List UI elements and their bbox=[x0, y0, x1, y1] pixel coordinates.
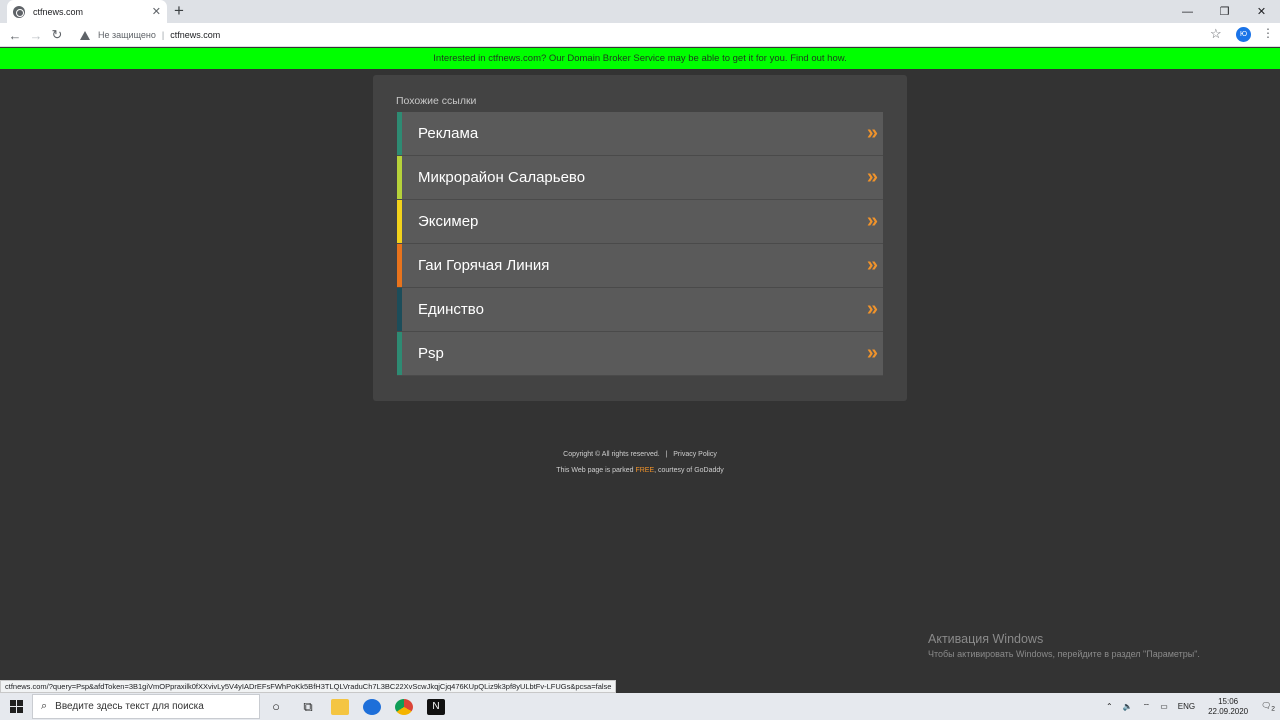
related-link-label: Микрорайон Саларьево bbox=[418, 169, 586, 186]
forward-arrow-icon[interactable]: → bbox=[27, 26, 45, 44]
start-button[interactable] bbox=[0, 693, 32, 720]
clock-time: 15:06 bbox=[1218, 696, 1239, 706]
privacy-policy-link[interactable]: Privacy Policy bbox=[673, 451, 717, 458]
notion-icon[interactable]: N bbox=[420, 693, 452, 720]
address-url: ctfnews.com bbox=[170, 30, 221, 40]
related-link-label: Единство bbox=[418, 301, 484, 318]
banner-text: Interested in ctfnews.com? Our Domain Br… bbox=[433, 53, 847, 64]
file-explorer-icon[interactable] bbox=[324, 693, 356, 720]
taskbar-clock[interactable]: 15:06 22.09.2020 bbox=[1208, 697, 1248, 717]
minimize-button[interactable]: — bbox=[1169, 0, 1206, 23]
task-view-icon[interactable]: ⧉ bbox=[292, 693, 324, 720]
page-footer: Copyright © All rights reserved. | Priva… bbox=[0, 451, 1280, 474]
footer-line-1: Copyright © All rights reserved. | Priva… bbox=[0, 451, 1280, 458]
battery-icon[interactable]: ▭ bbox=[1160, 702, 1168, 711]
taskbar-search-placeholder: Введите здесь текст для поиска bbox=[55, 701, 204, 712]
window-controls: — ❐ ✕ bbox=[1169, 0, 1280, 23]
double-chevron-right-icon: » bbox=[866, 122, 878, 144]
new-tab-button[interactable]: + bbox=[174, 2, 184, 20]
search-icon: ⌕ bbox=[41, 700, 48, 712]
related-link-row[interactable]: Микрорайон Саларьево » bbox=[397, 156, 883, 200]
related-link-label: Psp bbox=[418, 345, 444, 362]
back-arrow-icon[interactable]: ← bbox=[6, 26, 24, 44]
status-bar-url: ctfnews.com/?query=Psp&afdToken=3B1giVmO… bbox=[0, 680, 617, 693]
related-link-row[interactable]: Реклама » bbox=[397, 112, 883, 156]
link-color-bar bbox=[397, 200, 402, 243]
related-link-row[interactable]: Psp » bbox=[397, 332, 883, 376]
chrome-icon[interactable] bbox=[388, 693, 420, 720]
related-link-row[interactable]: Эксимер » bbox=[397, 200, 883, 244]
link-color-bar bbox=[397, 332, 402, 375]
related-links-title: Похожие ссылки bbox=[396, 95, 477, 107]
volume-icon[interactable]: 🔈 bbox=[1123, 702, 1133, 711]
language-indicator[interactable]: ENG bbox=[1178, 702, 1195, 711]
bookmark-star-icon[interactable]: ☆ bbox=[1210, 26, 1222, 42]
footer-divider: | bbox=[665, 451, 668, 458]
related-link-row[interactable]: Гаи Горячая Линия » bbox=[397, 244, 883, 288]
address-separator: | bbox=[161, 30, 165, 40]
double-chevron-right-icon: » bbox=[866, 166, 878, 188]
double-chevron-right-icon: » bbox=[866, 342, 878, 364]
tray-chevron-icon[interactable]: ⌃ bbox=[1106, 702, 1113, 711]
browser-tab[interactable]: ctfnews.com ✕ bbox=[7, 0, 167, 23]
related-links-list: Реклама» Микрорайон Саларьево» Эксимер» Гаи… bbox=[397, 112, 883, 376]
link-color-bar bbox=[397, 244, 402, 287]
tab-close-icon[interactable]: ✕ bbox=[152, 5, 161, 18]
cortana-icon[interactable]: ○ bbox=[260, 693, 292, 720]
parked-prefix: This Web page is parked bbox=[556, 467, 636, 474]
related-link-label: Гаи Горячая Линия bbox=[418, 257, 550, 274]
browser-toolbar: ← → ↻ Не защищено | ctfnews.com ☆ Ю ⋮ bbox=[0, 23, 1280, 47]
address-bar[interactable]: Не защищено | ctfnews.com bbox=[76, 25, 1226, 45]
related-link-row[interactable]: Единство » bbox=[397, 288, 883, 332]
globe-icon bbox=[13, 5, 25, 18]
copyright-text: Copyright © All rights reserved. bbox=[563, 451, 660, 458]
close-window-button[interactable]: ✕ bbox=[1243, 0, 1280, 23]
double-chevron-right-icon: » bbox=[866, 210, 878, 232]
related-link-label: Реклама bbox=[418, 125, 479, 142]
domain-broker-banner[interactable]: Interested in ctfnews.com? Our Domain Br… bbox=[0, 48, 1280, 69]
parked-free-link[interactable]: FREE bbox=[635, 467, 654, 474]
not-secure-label: Не защищено bbox=[98, 30, 156, 40]
more-menu-icon[interactable]: ⋮ bbox=[1262, 26, 1274, 40]
restore-button[interactable]: ❐ bbox=[1206, 0, 1243, 23]
tab-title: ctfnews.com bbox=[33, 6, 84, 17]
activation-title: Активация Windows bbox=[928, 632, 1044, 646]
related-link-label: Эксимер bbox=[418, 213, 479, 230]
warning-icon bbox=[80, 30, 90, 40]
clock-date: 22.09.2020 bbox=[1208, 706, 1249, 716]
reload-icon[interactable]: ↻ bbox=[48, 26, 66, 44]
footer-line-2: This Web page is parked FREE, courtesy o… bbox=[0, 467, 1280, 474]
notifications-icon[interactable]: 🗨2 bbox=[1261, 701, 1275, 713]
link-color-bar bbox=[397, 288, 402, 331]
link-color-bar bbox=[397, 156, 402, 199]
system-tray: ⌃ 🔈 ⌔ ▭ ENG 15:06 22.09.2020 🗨2 bbox=[1101, 693, 1280, 720]
taskbar-search-box[interactable]: ⌕ Введите здесь текст для поиска bbox=[32, 694, 260, 719]
windows-taskbar: ⌕ Введите здесь текст для поиска ○ ⧉ N ⌃… bbox=[0, 693, 1280, 720]
double-chevron-right-icon: » bbox=[866, 254, 878, 276]
link-color-bar bbox=[397, 112, 402, 155]
windows-logo-icon bbox=[9, 700, 23, 713]
mail-app-icon[interactable] bbox=[356, 693, 388, 720]
parked-suffix: , courtesy of GoDaddy bbox=[654, 467, 724, 474]
related-links-panel: Похожие ссылки Реклама» Микрорайон Саларь… bbox=[373, 75, 907, 401]
activation-subtitle: Чтобы активировать Windows, перейдите в … bbox=[928, 649, 1200, 659]
browser-tab-bar: ctfnews.com ✕ + — ❐ ✕ bbox=[0, 0, 1280, 23]
wifi-icon[interactable]: ⌔ bbox=[1143, 702, 1151, 712]
profile-avatar[interactable]: Ю bbox=[1236, 27, 1251, 42]
double-chevron-right-icon: » bbox=[866, 298, 878, 320]
notification-count: 2 bbox=[1271, 705, 1275, 713]
windows-activation-watermark: Активация Windows Чтобы активировать Win… bbox=[928, 632, 1200, 659]
